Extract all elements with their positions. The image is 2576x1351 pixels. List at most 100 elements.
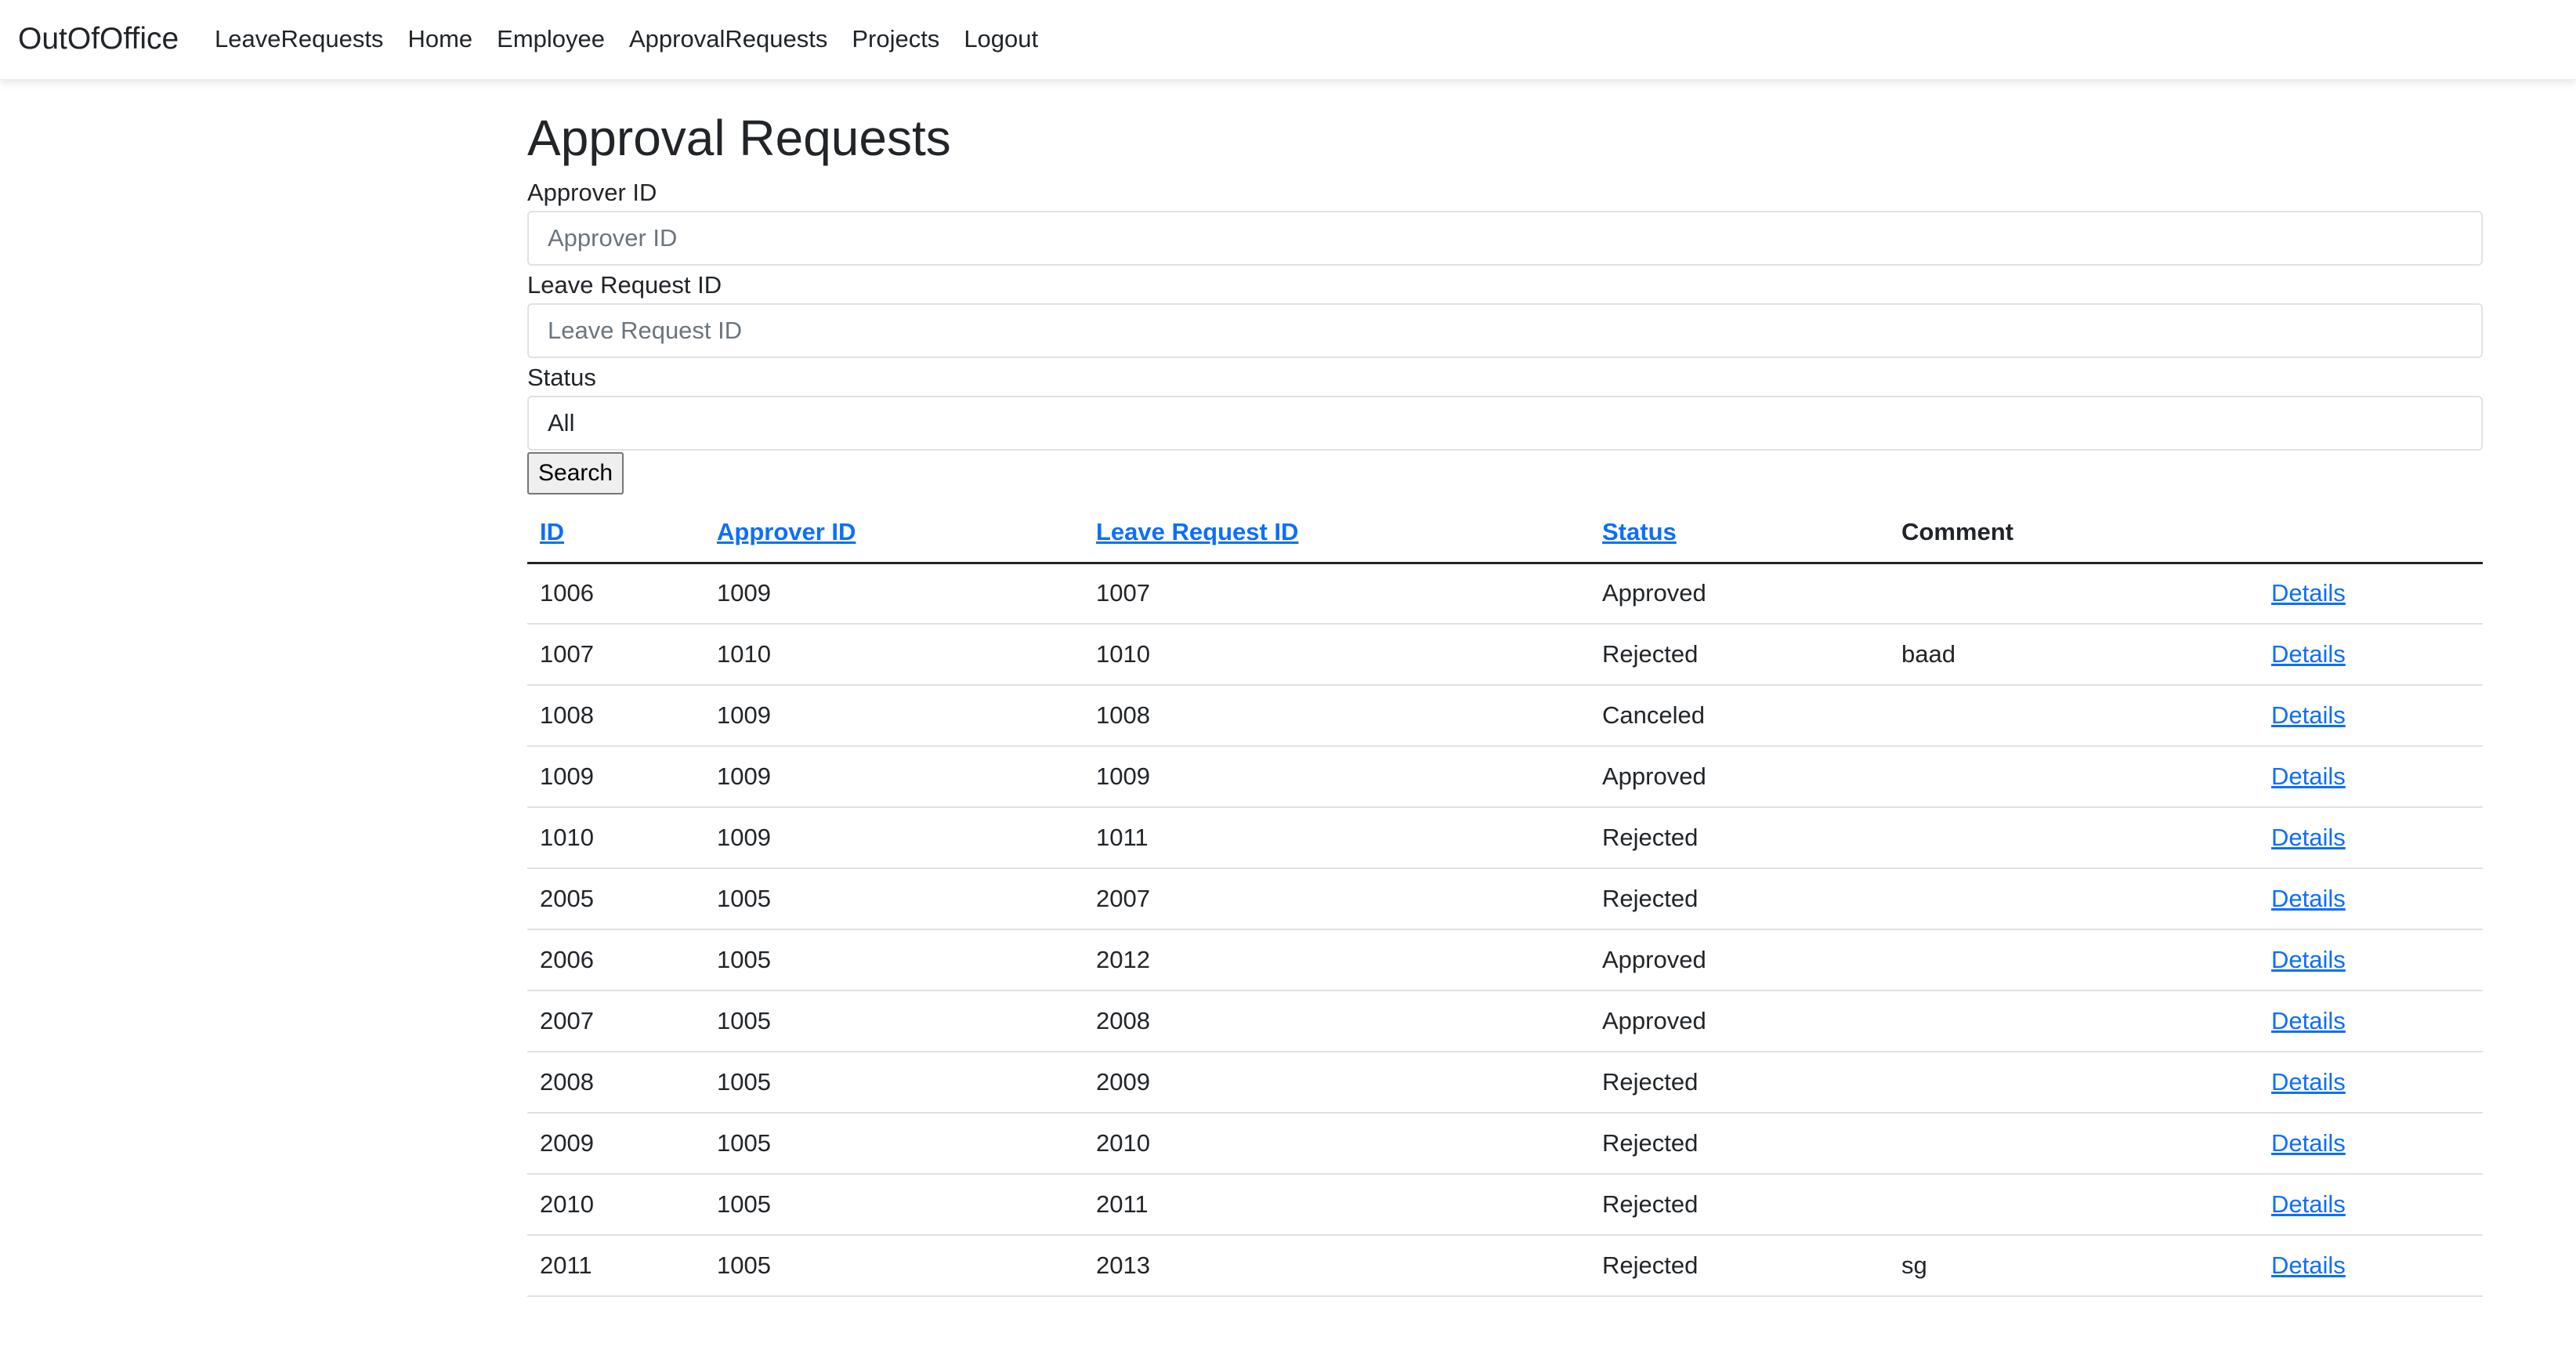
status-select-value: All: [548, 409, 575, 436]
cell-actions: Details: [2259, 1113, 2483, 1175]
cell-id: 1007: [527, 624, 704, 686]
details-link[interactable]: Details: [2271, 885, 2346, 912]
table-row: 1010 1009 1011 Rejected Details: [527, 807, 2483, 869]
details-link[interactable]: Details: [2271, 946, 2346, 973]
search-button[interactable]: Search: [527, 452, 624, 494]
details-link[interactable]: Details: [2271, 1129, 2346, 1157]
cell-id: 2006: [527, 929, 704, 991]
table-row: 2008 1005 2009 Rejected Details: [527, 1052, 2483, 1114]
cell-leave-request-id: 1009: [1084, 746, 1590, 808]
top-navbar: OutOfOffice LeaveRequests Home Employee …: [0, 0, 2576, 80]
cell-status: Rejected: [1590, 624, 1889, 686]
table-row: 2007 1005 2008 Approved Details: [527, 991, 2483, 1052]
cell-comment: [1889, 685, 2259, 747]
nav-link-leave-requests[interactable]: LeaveRequests: [215, 23, 383, 56]
cell-comment: [1889, 807, 2259, 869]
cell-actions: Details: [2259, 1235, 2483, 1297]
cell-leave-request-id: 2011: [1084, 1174, 1590, 1236]
details-link[interactable]: Details: [2271, 824, 2346, 851]
header-actions: [2259, 503, 2483, 564]
cell-id: 2008: [527, 1052, 704, 1114]
cell-actions: Details: [2259, 746, 2483, 808]
table-row: 2009 1005 2010 Rejected Details: [527, 1113, 2483, 1175]
details-link[interactable]: Details: [2271, 1007, 2346, 1034]
cell-id: 2010: [527, 1174, 704, 1236]
status-select[interactable]: All: [527, 396, 2483, 451]
cell-actions: Details: [2259, 807, 2483, 869]
header-approver-id: Approver ID: [704, 503, 1084, 564]
table-row: 2006 1005 2012 Approved Details: [527, 929, 2483, 991]
cell-comment: [1889, 563, 2259, 625]
cell-approver-id: 1005: [704, 1174, 1084, 1236]
header-id: ID: [527, 503, 704, 564]
details-link[interactable]: Details: [2271, 762, 2346, 790]
table-row: 1008 1009 1008 Canceled Details: [527, 685, 2483, 747]
cell-comment: [1889, 1174, 2259, 1236]
cell-id: 2007: [527, 991, 704, 1052]
header-status: Status: [1590, 503, 1889, 564]
table-row: 2010 1005 2011 Rejected Details: [527, 1174, 2483, 1236]
nav-links: LeaveRequests Home Employee ApprovalRequ…: [215, 23, 1062, 56]
cell-comment: [1889, 1113, 2259, 1175]
cell-leave-request-id: 2009: [1084, 1052, 1590, 1114]
cell-status: Rejected: [1590, 868, 1889, 930]
cell-comment: [1889, 929, 2259, 991]
approver-id-input[interactable]: [527, 211, 2483, 266]
page-title: Approval Requests: [527, 110, 951, 166]
sort-leave-request-id-link[interactable]: Leave Request ID: [1096, 518, 1298, 545]
cell-id: 2005: [527, 868, 704, 930]
details-link[interactable]: Details: [2271, 1068, 2346, 1096]
cell-actions: Details: [2259, 685, 2483, 747]
nav-link-projects[interactable]: Projects: [852, 23, 939, 56]
table-row: 1007 1010 1010 Rejected baad Details: [527, 624, 2483, 686]
approval-requests-table: ID Approver ID Leave Request ID Status C…: [527, 503, 2483, 1297]
details-link[interactable]: Details: [2271, 1251, 2346, 1279]
cell-approver-id: 1005: [704, 929, 1084, 991]
table-row: 1006 1009 1007 Approved Details: [527, 563, 2483, 625]
details-link[interactable]: Details: [2271, 579, 2346, 607]
cell-actions: Details: [2259, 868, 2483, 930]
sort-id-link[interactable]: ID: [540, 518, 564, 545]
cell-approver-id: 1009: [704, 685, 1084, 747]
status-label: Status: [527, 364, 596, 391]
sort-approver-id-link[interactable]: Approver ID: [717, 518, 856, 545]
cell-status: Approved: [1590, 929, 1889, 991]
cell-leave-request-id: 1007: [1084, 563, 1590, 625]
cell-status: Approved: [1590, 563, 1889, 625]
cell-id: 1010: [527, 807, 704, 869]
cell-status: Approved: [1590, 746, 1889, 808]
details-link[interactable]: Details: [2271, 1190, 2346, 1218]
cell-id: 1006: [527, 563, 704, 625]
table-header-row: ID Approver ID Leave Request ID Status C…: [527, 503, 2483, 564]
cell-leave-request-id: 1008: [1084, 685, 1590, 747]
details-link[interactable]: Details: [2271, 701, 2346, 729]
cell-status: Rejected: [1590, 1235, 1889, 1297]
nav-link-approval-requests[interactable]: ApprovalRequests: [629, 23, 827, 56]
details-link[interactable]: Details: [2271, 640, 2346, 668]
cell-id: 2011: [527, 1235, 704, 1297]
cell-status: Rejected: [1590, 1174, 1889, 1236]
nav-link-home[interactable]: Home: [407, 23, 472, 56]
nav-link-logout[interactable]: Logout: [964, 23, 1038, 56]
cell-actions: Details: [2259, 624, 2483, 686]
cell-approver-id: 1010: [704, 624, 1084, 686]
cell-approver-id: 1005: [704, 1235, 1084, 1297]
cell-status: Rejected: [1590, 807, 1889, 869]
cell-leave-request-id: 2013: [1084, 1235, 1590, 1297]
cell-comment: [1889, 1052, 2259, 1114]
cell-approver-id: 1009: [704, 746, 1084, 808]
cell-actions: Details: [2259, 563, 2483, 625]
cell-approver-id: 1005: [704, 1113, 1084, 1175]
nav-link-employee[interactable]: Employee: [497, 23, 605, 56]
brand-link[interactable]: OutOfOffice: [18, 19, 179, 60]
cell-approver-id: 1005: [704, 991, 1084, 1052]
cell-leave-request-id: 2012: [1084, 929, 1590, 991]
sort-status-link[interactable]: Status: [1602, 518, 1677, 545]
table-row: 1009 1009 1009 Approved Details: [527, 746, 2483, 808]
cell-comment: [1889, 868, 2259, 930]
cell-actions: Details: [2259, 929, 2483, 991]
cell-id: 1009: [527, 746, 704, 808]
table-row: 2005 1005 2007 Rejected Details: [527, 868, 2483, 930]
cell-status: Canceled: [1590, 685, 1889, 747]
leave-request-id-input[interactable]: [527, 303, 2483, 358]
